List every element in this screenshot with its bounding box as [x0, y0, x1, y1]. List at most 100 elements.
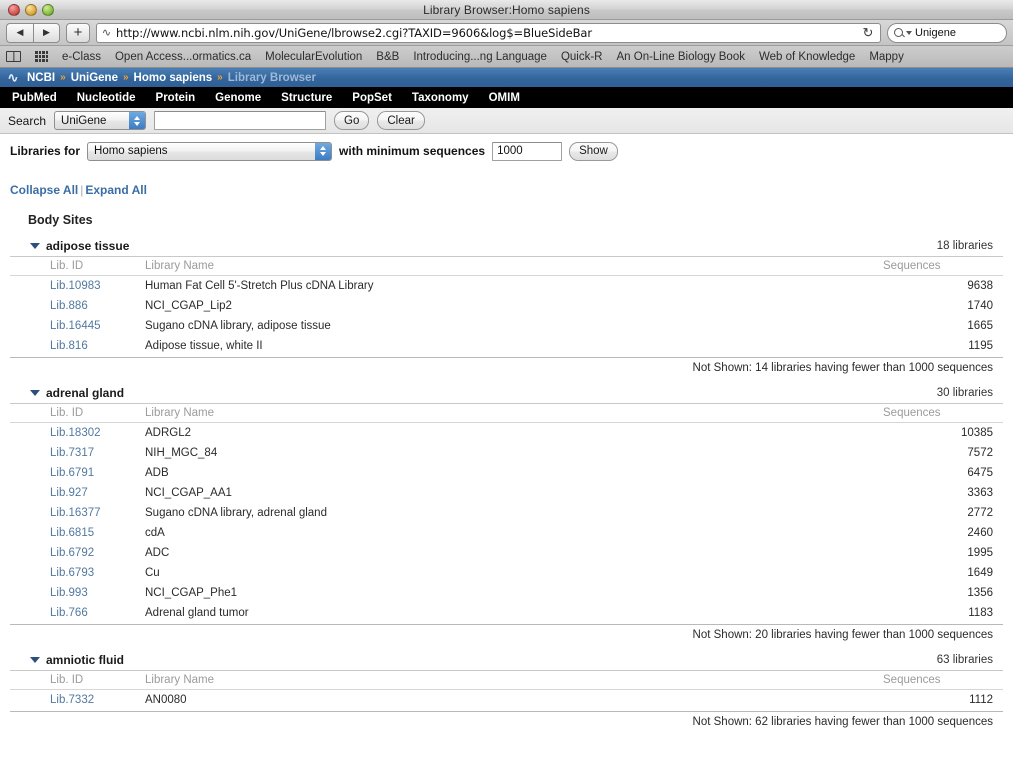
nav-item-pubmed[interactable]: PubMed [6, 92, 71, 104]
library-id-link[interactable]: Lib.6792 [50, 547, 94, 559]
sequences-cell: 1665 [967, 320, 993, 332]
sequences-cell: 2460 [967, 527, 993, 539]
library-id-link[interactable]: Lib.10983 [50, 280, 101, 292]
library-name-cell: NCI_CGAP_AA1 [145, 487, 232, 499]
go-button[interactable]: Go [334, 111, 370, 130]
bookmark-item[interactable]: Web of Knowledge [759, 51, 855, 63]
sequences-cell: 1740 [967, 300, 993, 312]
body-site-header[interactable]: amniotic fluid 63 libraries [10, 653, 1003, 671]
bookmark-item[interactable]: Mappy [869, 51, 904, 63]
breadcrumb-ncbi[interactable]: NCBI [27, 72, 55, 84]
disclosure-triangle-icon[interactable] [30, 657, 40, 663]
library-id-cell: Lib.6791 [10, 463, 145, 483]
show-all-bookmarks-button[interactable] [6, 51, 21, 62]
library-id-cell: Lib.6815 [10, 523, 145, 543]
nav-item-protein[interactable]: Protein [150, 92, 210, 104]
library-name-cell: Human Fat Cell 5'-Stretch Plus cDNA Libr… [145, 280, 374, 292]
library-id-cell: Lib.18302 [10, 423, 145, 444]
bookmark-item[interactable]: MolecularEvolution [265, 51, 362, 63]
clear-button[interactable]: Clear [377, 111, 425, 130]
nav-item-popset[interactable]: PopSet [346, 92, 406, 104]
library-id-cell: Lib.886 [10, 296, 145, 316]
library-id-link[interactable]: Lib.993 [50, 587, 88, 599]
forward-button[interactable]: ▶ [33, 22, 60, 43]
breadcrumb-unigene[interactable]: UniGene [71, 72, 118, 84]
column-header-sequences: Sequences [883, 257, 1003, 276]
library-name-cell: AN0080 [145, 689, 883, 712]
minimize-window-button[interactable] [25, 4, 37, 16]
library-id-link[interactable]: Lib.6791 [50, 467, 94, 479]
new-tab-button[interactable]: + [66, 22, 90, 43]
libraries-for-label: Libraries for [10, 144, 81, 158]
sequences-cell: 1649 [967, 567, 993, 579]
bookmark-item[interactable]: Introducing...ng Language [413, 51, 547, 63]
library-name-cell: Adrenal gland tumor [145, 603, 883, 625]
zoom-window-button[interactable] [42, 4, 54, 16]
bookmark-item[interactable]: e-Class [62, 51, 101, 63]
collapse-all-link[interactable]: Collapse All [10, 183, 78, 197]
nav-item-structure[interactable]: Structure [275, 92, 346, 104]
library-id-link[interactable]: Lib.16445 [50, 320, 101, 332]
library-id-link[interactable]: Lib.886 [50, 300, 88, 312]
back-button[interactable]: ◀ [6, 22, 33, 43]
forward-arrow-icon: ▶ [43, 27, 50, 37]
bookmark-item[interactable]: Open Access...ormatics.ca [115, 51, 251, 63]
breadcrumb-library-browser: Library Browser [227, 71, 316, 84]
library-id-link[interactable]: Lib.7317 [50, 447, 94, 459]
bookmark-item[interactable]: Quick-R [561, 51, 603, 63]
table-row: Lib.766 Adrenal gland tumor 1183 [10, 603, 1003, 625]
page-content: Collapse All | Expand All Body Sites adipo… [0, 169, 1013, 728]
not-shown-note: Not Shown: 14 libraries having fewer tha… [692, 362, 993, 374]
library-id-link[interactable]: Lib.7332 [50, 694, 94, 706]
search-database-select[interactable]: UniGene [54, 111, 147, 130]
min-sequences-label: with minimum sequences [339, 144, 486, 158]
search-strip: Search UniGene Go Clear [0, 108, 1013, 134]
library-id-link[interactable]: Lib.16377 [50, 507, 101, 519]
library-id-link[interactable]: Lib.18302 [50, 427, 101, 439]
table-row: Lib.7317 NIH_MGC_84 7572 [10, 443, 1003, 463]
organism-select[interactable]: Homo sapiens [87, 141, 333, 161]
library-id-cell: Lib.927 [10, 483, 145, 503]
toolbar-search-field[interactable]: Unigene [887, 22, 1007, 43]
disclosure-triangle-icon[interactable] [30, 243, 40, 249]
sequences-cell: 1995 [967, 547, 993, 559]
nav-item-nucleotide[interactable]: Nucleotide [71, 92, 150, 104]
bookmark-item[interactable]: B&B [376, 51, 399, 63]
library-id-link[interactable]: Lib.816 [50, 340, 88, 352]
library-id-cell: Lib.7317 [10, 443, 145, 463]
show-button[interactable]: Show [569, 141, 618, 161]
column-header-library-name: Library Name [145, 257, 883, 276]
column-header-lib-id: Lib. ID [10, 257, 145, 276]
sequences-cell: 1195 [883, 336, 1003, 358]
nav-item-omim[interactable]: OMIM [483, 92, 534, 104]
bookmarks-bar: e-Class Open Access...ormatics.ca Molecu… [0, 46, 1013, 68]
library-id-link[interactable]: Lib.6793 [50, 567, 94, 579]
search-database-value: UniGene [54, 111, 147, 130]
search-label: Search [8, 113, 47, 128]
library-name-cell: NIH_MGC_84 [145, 447, 218, 459]
library-id-link[interactable]: Lib.6815 [50, 527, 94, 539]
sequences-cell: 1356 [967, 587, 993, 599]
search-input[interactable] [154, 111, 327, 130]
nav-item-taxonomy[interactable]: Taxonomy [406, 92, 483, 104]
body-site-library-count: 63 libraries [936, 654, 993, 666]
filter-strip: Libraries for Homo sapiens with minimum … [0, 134, 1013, 169]
body-site-library-count: 30 libraries [936, 387, 993, 399]
disclosure-triangle-icon[interactable] [30, 390, 40, 396]
expand-all-link[interactable]: Expand All [85, 183, 147, 197]
nav-item-genome[interactable]: Genome [209, 92, 275, 104]
address-bar[interactable]: ∿ http://www.ncbi.nlm.nih.gov/UniGene/lb… [96, 22, 881, 43]
body-site-header[interactable]: adrenal gland 30 libraries [10, 386, 1003, 404]
library-id-link[interactable]: Lib.927 [50, 487, 88, 499]
library-name-cell: Sugano cDNA library, adrenal gland [145, 507, 327, 519]
library-id-link[interactable]: Lib.766 [50, 607, 88, 619]
top-sites-button[interactable] [35, 51, 48, 62]
body-site-header[interactable]: adipose tissue 18 libraries [10, 239, 1003, 257]
reload-icon[interactable]: ↻ [860, 25, 876, 41]
library-name-cell: ADB [145, 467, 169, 479]
bookmark-item[interactable]: An On-Line Biology Book [616, 51, 745, 63]
min-sequences-input[interactable] [492, 141, 563, 161]
close-window-button[interactable] [8, 4, 20, 16]
breadcrumb-homo-sapiens[interactable]: Homo sapiens [134, 72, 213, 84]
table-row: Lib.886 NCI_CGAP_Lip2 1740 [10, 296, 1003, 316]
